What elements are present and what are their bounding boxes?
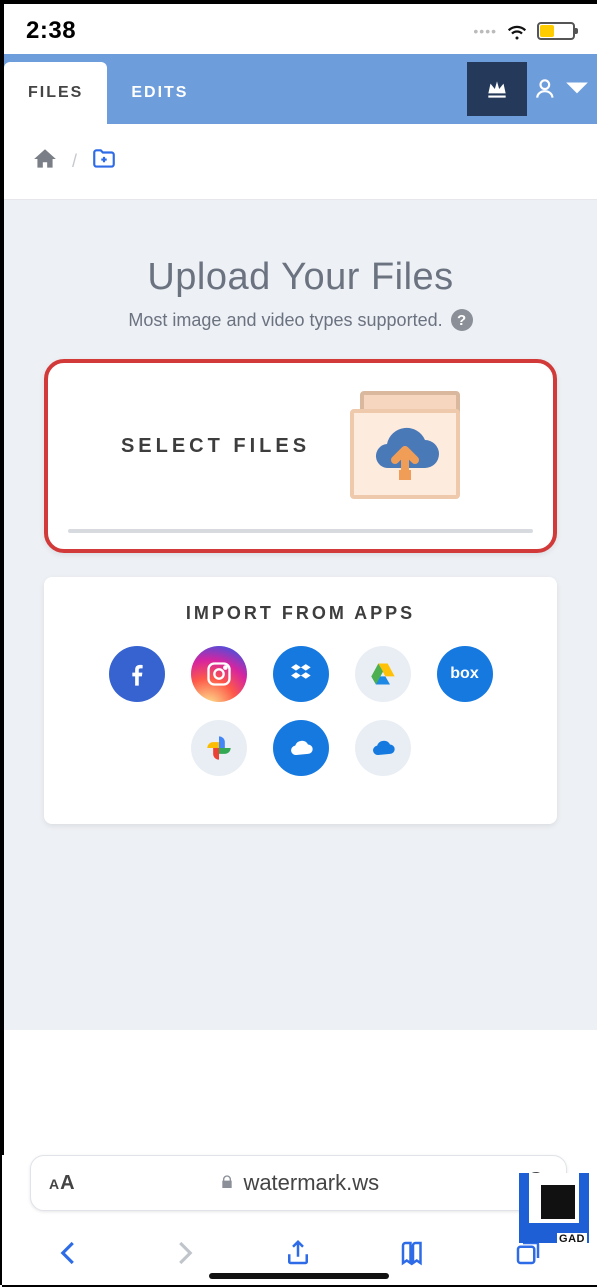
select-files-button[interactable]: SELECT FILES <box>68 391 533 501</box>
help-icon[interactable]: ? <box>451 309 473 331</box>
url-text: watermark.ws <box>243 1170 379 1196</box>
select-files-card: SELECT FILES <box>44 359 557 553</box>
box-icon[interactable]: box <box>437 646 493 702</box>
import-apps-title: IMPORT FROM APPS <box>64 603 537 624</box>
new-folder-icon[interactable] <box>91 146 117 177</box>
dropbox-icon[interactable] <box>273 646 329 702</box>
url-bar[interactable]: AA watermark.ws <box>30 1155 567 1211</box>
upload-subtitle: Most image and video types supported. ? <box>44 309 557 331</box>
user-icon <box>534 76 560 102</box>
lock-icon <box>219 1170 235 1196</box>
breadcrumb-separator: / <box>72 151 77 172</box>
box-label: box <box>450 665 478 683</box>
status-time: 2:38 <box>26 17 76 45</box>
card-divider <box>68 529 533 533</box>
upload-title: Upload Your Files <box>44 256 557 299</box>
share-button[interactable] <box>276 1231 320 1275</box>
signal-dots-icon: •••• <box>473 23 497 39</box>
wifi-icon <box>505 19 529 43</box>
status-bar: 2:38 •••• <box>4 4 597 54</box>
select-files-label: SELECT FILES <box>121 435 310 458</box>
google-drive-icon[interactable] <box>355 646 411 702</box>
facebook-icon[interactable] <box>109 646 165 702</box>
google-photos-icon[interactable] <box>191 720 247 776</box>
chevron-down-icon <box>564 76 590 102</box>
tab-files[interactable]: FILES <box>4 62 107 124</box>
upload-illustration-icon <box>350 391 480 501</box>
apps-row-1: box <box>64 646 537 702</box>
breadcrumb: / <box>4 124 597 200</box>
back-button[interactable] <box>47 1231 91 1275</box>
main-tabbar: FILES EDITS <box>4 54 597 124</box>
content-area: Upload Your Files Most image and video t… <box>4 200 597 1030</box>
status-indicators: •••• <box>473 19 575 43</box>
tab-edits[interactable]: EDITS <box>107 62 212 124</box>
home-indicator[interactable] <box>209 1273 389 1279</box>
text-size-button[interactable]: AA <box>49 1172 75 1195</box>
browser-chrome: AA watermark.ws GAD <box>2 1155 595 1285</box>
apps-row-2 <box>64 720 537 776</box>
url-display[interactable]: watermark.ws <box>85 1170 514 1196</box>
battery-icon <box>537 22 575 40</box>
watermark-logo: GAD <box>499 1153 589 1243</box>
forward-button[interactable] <box>162 1231 206 1275</box>
crown-icon <box>484 76 510 102</box>
watermark-tag: GAD <box>557 1233 587 1245</box>
premium-button[interactable] <box>467 62 527 116</box>
instagram-icon[interactable] <box>191 646 247 702</box>
home-icon[interactable] <box>32 146 58 177</box>
user-menu[interactable] <box>527 54 597 124</box>
import-apps-card: IMPORT FROM APPS box <box>44 577 557 824</box>
upload-subtitle-text: Most image and video types supported. <box>128 310 442 331</box>
onedrive-icon[interactable] <box>273 720 329 776</box>
onedrive-alt-icon[interactable] <box>355 720 411 776</box>
bookmarks-button[interactable] <box>391 1231 435 1275</box>
